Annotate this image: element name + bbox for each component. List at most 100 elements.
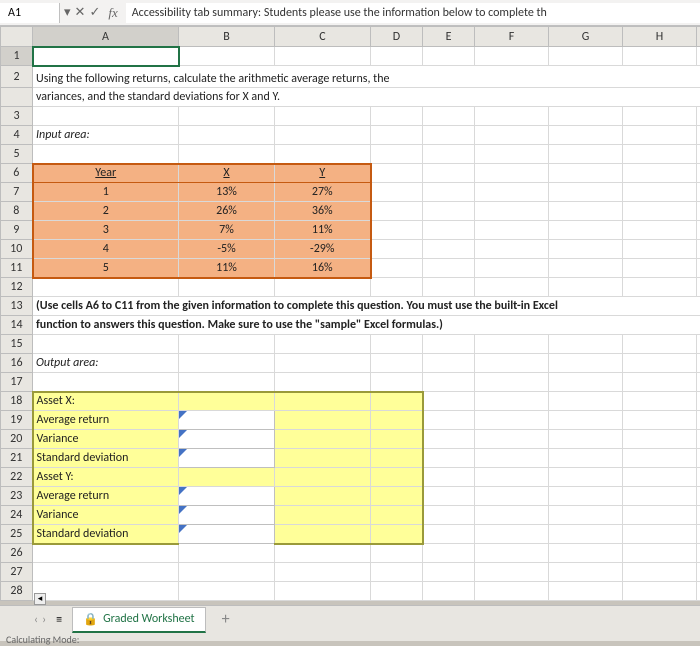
row-header[interactable]: 28 (1, 582, 33, 601)
cell-data[interactable]: 13% (179, 183, 275, 202)
cell-year-header[interactable]: Year (33, 164, 179, 183)
cell[interactable] (475, 525, 549, 544)
cell[interactable] (697, 544, 700, 563)
cell[interactable] (423, 487, 475, 506)
row-header[interactable]: 17 (1, 373, 33, 392)
cell[interactable] (423, 411, 475, 430)
cell[interactable] (423, 525, 475, 544)
cell[interactable] (423, 126, 475, 145)
cell[interactable] (623, 563, 697, 582)
cell[interactable] (275, 278, 371, 297)
cell[interactable] (179, 126, 275, 145)
sheet-tab-active[interactable]: 🔒 Graded Worksheet (72, 607, 205, 633)
cell[interactable] (275, 582, 371, 601)
fx-icon[interactable]: fx (104, 5, 121, 21)
cell[interactable] (179, 335, 275, 354)
cell[interactable] (475, 373, 549, 392)
cell[interactable] (33, 544, 179, 563)
cell[interactable] (275, 487, 371, 506)
row-header[interactable]: 27 (1, 563, 33, 582)
cell[interactable] (697, 506, 700, 525)
cell[interactable] (549, 487, 623, 506)
cell[interactable] (623, 506, 697, 525)
cell[interactable] (475, 335, 549, 354)
cell[interactable] (623, 47, 697, 66)
cell[interactable] (475, 202, 549, 221)
cell[interactable] (623, 183, 697, 202)
cell[interactable] (371, 126, 423, 145)
cell[interactable] (549, 202, 623, 221)
cell-variance-x[interactable]: Variance (33, 430, 179, 449)
cell[interactable] (475, 354, 549, 373)
cell[interactable] (549, 468, 623, 487)
cell-stddev-y[interactable]: Standard deviation (33, 525, 179, 544)
cell[interactable] (423, 354, 475, 373)
cell[interactable] (475, 430, 549, 449)
col-header-f[interactable]: F (475, 27, 549, 47)
row-header[interactable]: 14 (1, 316, 33, 335)
cell[interactable] (275, 430, 371, 449)
cell[interactable] (33, 107, 179, 126)
cell[interactable] (371, 354, 423, 373)
cell[interactable] (179, 582, 275, 601)
cell[interactable] (423, 164, 475, 183)
cell[interactable] (697, 335, 700, 354)
cell[interactable] (423, 544, 475, 563)
cell[interactable] (371, 47, 423, 66)
cell[interactable] (423, 183, 475, 202)
cell-data[interactable]: 5 (33, 259, 179, 278)
row-header[interactable]: 9 (1, 221, 33, 240)
cell[interactable] (623, 335, 697, 354)
cell[interactable] (549, 506, 623, 525)
add-sheet-icon[interactable]: + (216, 610, 236, 629)
cell[interactable] (549, 392, 623, 411)
cell[interactable] (623, 354, 697, 373)
cell[interactable] (275, 335, 371, 354)
cell[interactable] (423, 240, 475, 259)
row-header[interactable]: 10 (1, 240, 33, 259)
row-header[interactable]: 6 (1, 164, 33, 183)
cell[interactable] (697, 373, 700, 392)
cell[interactable] (623, 449, 697, 468)
cell[interactable] (275, 506, 371, 525)
cell[interactable] (275, 47, 371, 66)
cell[interactable] (371, 183, 423, 202)
cell[interactable] (623, 240, 697, 259)
cell[interactable] (475, 544, 549, 563)
cell[interactable] (475, 468, 549, 487)
cell[interactable] (549, 354, 623, 373)
cell[interactable] (33, 582, 179, 601)
name-box[interactable]: A1 (0, 3, 60, 23)
cell-input-x-std[interactable] (179, 449, 275, 468)
row-header[interactable]: 5 (1, 145, 33, 164)
cell[interactable] (371, 411, 423, 430)
cell[interactable] (371, 487, 423, 506)
row-header[interactable]: 20 (1, 430, 33, 449)
cell[interactable] (179, 468, 275, 487)
cell[interactable] (423, 582, 475, 601)
col-header-h[interactable]: H (623, 27, 697, 47)
row-header[interactable]: 15 (1, 335, 33, 354)
select-all-corner[interactable] (1, 27, 33, 47)
cell-data[interactable]: -5% (179, 240, 275, 259)
cell[interactable] (549, 164, 623, 183)
cell[interactable] (371, 335, 423, 354)
cell[interactable] (423, 107, 475, 126)
cell-data[interactable]: 11% (275, 221, 371, 240)
row-header[interactable]: 3 (1, 107, 33, 126)
row-header[interactable]: 25 (1, 525, 33, 544)
cell[interactable] (423, 449, 475, 468)
cell[interactable] (179, 47, 275, 66)
cell-data[interactable]: 16% (275, 259, 371, 278)
cell[interactable] (423, 373, 475, 392)
col-header-i[interactable]: I (697, 27, 700, 47)
cell[interactable] (623, 221, 697, 240)
cell[interactable] (423, 563, 475, 582)
row-header[interactable]: 13 (1, 297, 33, 316)
cell[interactable] (475, 487, 549, 506)
cell[interactable] (549, 411, 623, 430)
cell-data[interactable]: 3 (33, 221, 179, 240)
cell[interactable] (623, 487, 697, 506)
cell[interactable] (475, 259, 549, 278)
cell[interactable] (475, 221, 549, 240)
